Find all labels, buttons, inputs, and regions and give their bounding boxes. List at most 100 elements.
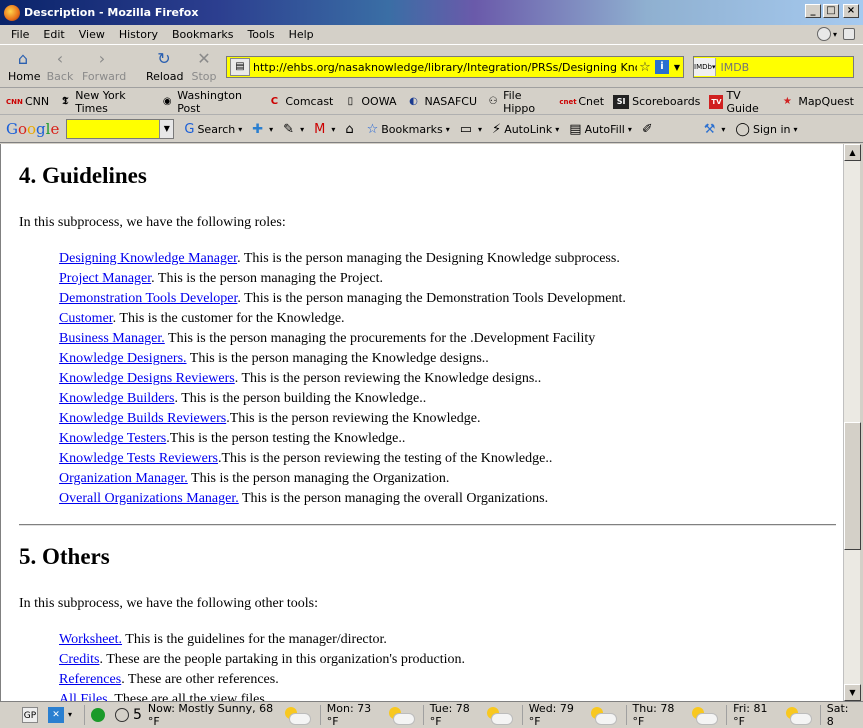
bookmark-oowa[interactable]: ▯ OOWA (342, 95, 397, 109)
nyt-icon: 𝕿 (62, 95, 69, 107)
clock-status[interactable]: 5 (114, 707, 142, 723)
reload-button[interactable]: ↻ Reload (146, 50, 184, 84)
autolink-label: AutoLink (504, 122, 553, 136)
google-museum-button[interactable]: ⌂ (345, 122, 356, 137)
go-icon[interactable] (843, 28, 855, 40)
tool-description: . These are all the view files. (107, 692, 269, 701)
bookmark-label: Cnet (578, 95, 605, 108)
scroll-up-button[interactable]: ▲ (844, 144, 861, 161)
weather-mon[interactable]: Mon: 73 °F (327, 702, 415, 728)
google-settings-button[interactable]: ⚒ ▾ (704, 122, 726, 137)
weather-tue[interactable]: Tue: 78 °F (430, 702, 514, 728)
google-search-label: Search (197, 122, 236, 136)
role-description: . This is the person managing the Demons… (237, 291, 626, 306)
google-autofill-button[interactable]: ▤ AutoFill ▾ (569, 122, 632, 137)
role-link[interactable]: Knowledge Builds Reviewers (59, 411, 226, 426)
green-status-icon[interactable] (90, 707, 109, 722)
stop-label: Stop (191, 70, 217, 83)
chevron-down-icon: ▾ (627, 124, 632, 134)
role-link[interactable]: Overall Organizations Manager. (59, 491, 239, 506)
minimize-button[interactable]: _ (805, 4, 821, 18)
tool-link[interactable]: All Files (59, 692, 108, 701)
weather-now[interactable]: Now: Mostly Sunny, 68 °F (147, 701, 312, 728)
bookmark-scoreboards[interactable]: SI Scoreboards (613, 94, 700, 109)
window-controls: _ □ × (805, 4, 859, 18)
firefox-icon (4, 4, 20, 21)
role-link[interactable]: Knowledge Designers. (59, 351, 187, 366)
maximize-button[interactable]: □ (823, 4, 839, 18)
tool-description: . These are the people partaking in this… (99, 652, 465, 667)
google-autolink-button[interactable]: ⚡ AutoLink ▾ (492, 122, 559, 137)
scroll-down-button[interactable]: ▼ (844, 684, 861, 701)
role-link[interactable]: Knowledge Testers (59, 431, 166, 446)
role-link[interactable]: Knowledge Tests Reviewers (59, 451, 218, 466)
bookmark-cnet[interactable]: cnet Cnet (559, 95, 604, 109)
google-plus-button[interactable]: ✚ ▾ (252, 122, 273, 137)
tool-link[interactable]: Worksheet. (59, 632, 122, 647)
weather-wed[interactable]: Wed: 79 °F (529, 702, 618, 728)
chevron-down-icon: ▾ (721, 124, 726, 134)
search-input[interactable] (716, 60, 863, 74)
url-bar[interactable]: ▤ http://ehbs.org/nasaknowledge/library/… (226, 56, 684, 78)
url-dropdown-icon[interactable]: ▼ (671, 63, 683, 72)
google-news-button[interactable]: ✎ ▾ (283, 122, 304, 137)
menu-tools[interactable]: Tools (240, 28, 281, 41)
bookmark-comcast[interactable]: C Comcast (266, 95, 334, 109)
role-link[interactable]: Knowledge Designs Reviewers (59, 371, 235, 386)
weather-fri[interactable]: Fri: 81 °F (733, 702, 812, 728)
vertical-scrollbar[interactable]: ▲ ▼ (843, 144, 861, 701)
back-button[interactable]: ‹ Back (46, 50, 74, 84)
google-search-box[interactable]: ▼ (66, 119, 175, 139)
google-search-input[interactable] (67, 120, 159, 138)
role-link[interactable]: Demonstration Tools Developer (59, 291, 237, 306)
list-item: Overall Organizations Manager. This is t… (59, 489, 626, 509)
role-link[interactable]: Business Manager. (59, 331, 165, 346)
bookmark-star-icon[interactable]: ☆ (637, 60, 653, 75)
stop-button[interactable]: ✕ Stop (190, 50, 218, 84)
menu-edit[interactable]: Edit (36, 28, 71, 41)
google-bookmarks-button[interactable]: ☆ Bookmarks ▾ (367, 122, 450, 137)
tool-link[interactable]: References (59, 672, 121, 687)
menu-file[interactable]: File (4, 28, 36, 41)
title-bar: Description - Mozilla Firefox _ □ × (0, 0, 863, 25)
google-blank-button[interactable]: ▭ ▾ (460, 122, 482, 137)
role-link[interactable]: Organization Manager. (59, 471, 188, 486)
weather-sat[interactable]: Sat: 8 (827, 702, 857, 728)
tool-link[interactable]: Credits (59, 652, 99, 667)
addon-button[interactable]: ✕ ▾ (48, 706, 72, 723)
gp-button[interactable]: GP (22, 706, 42, 723)
bookmark-cnn[interactable]: CNN CNN (6, 95, 49, 109)
search-bar[interactable]: IMDb ▾ ⌕ (693, 56, 863, 78)
menu-help[interactable]: Help (282, 28, 321, 41)
bookmark-file-hippo[interactable]: ⚇ File Hippo (486, 89, 550, 115)
url-text[interactable]: http://ehbs.org/nasaknowledge/library/In… (253, 61, 637, 74)
role-link[interactable]: Designing Knowledge Manager (59, 251, 237, 266)
weather-label: Now: Mostly Sunny, 68 °F (147, 701, 274, 728)
google-search-button[interactable]: G Search ▾ (184, 122, 242, 137)
chevron-down-icon[interactable]: ▼ (159, 120, 174, 138)
info-icon[interactable]: i (655, 60, 669, 74)
google-pencil-button[interactable]: ✐ (642, 122, 656, 137)
bookmark-washington-post[interactable]: ◉ Washington Post (160, 89, 257, 115)
reload-label: Reload (146, 70, 184, 83)
close-button[interactable]: × (843, 4, 859, 18)
bookmark-mapquest[interactable]: ★ MapQuest (779, 95, 854, 109)
search-engine-icon[interactable]: IMDb ▾ (694, 58, 717, 76)
weather-thu[interactable]: Thu: 78 °F (633, 702, 719, 728)
role-link[interactable]: Customer (59, 311, 113, 326)
gmail-button[interactable]: M ▾ (314, 122, 335, 137)
menu-view[interactable]: View (72, 28, 112, 41)
menu-history[interactable]: History (112, 28, 165, 41)
bookmark-nasafcu[interactable]: ◐ NASAFCU (406, 95, 477, 109)
role-link[interactable]: Project Manager (59, 271, 151, 286)
home-button[interactable]: ⌂ Home (8, 50, 40, 84)
chevron-down-icon: ▾ (238, 124, 243, 134)
role-link[interactable]: Knowledge Builders (59, 391, 174, 406)
scroll-thumb[interactable] (844, 422, 861, 550)
google-signin-button[interactable]: ◯ Sign in ▾ (735, 122, 797, 137)
menu-bookmarks[interactable]: Bookmarks (165, 28, 240, 41)
forward-button[interactable]: › Forward (82, 50, 126, 84)
bookmark-tv-guide[interactable]: TV TV Guide (709, 89, 770, 115)
bookmark-nyt[interactable]: 𝕿 New York Times (58, 89, 151, 115)
role-description: This is the person managing the overall … (238, 491, 549, 506)
